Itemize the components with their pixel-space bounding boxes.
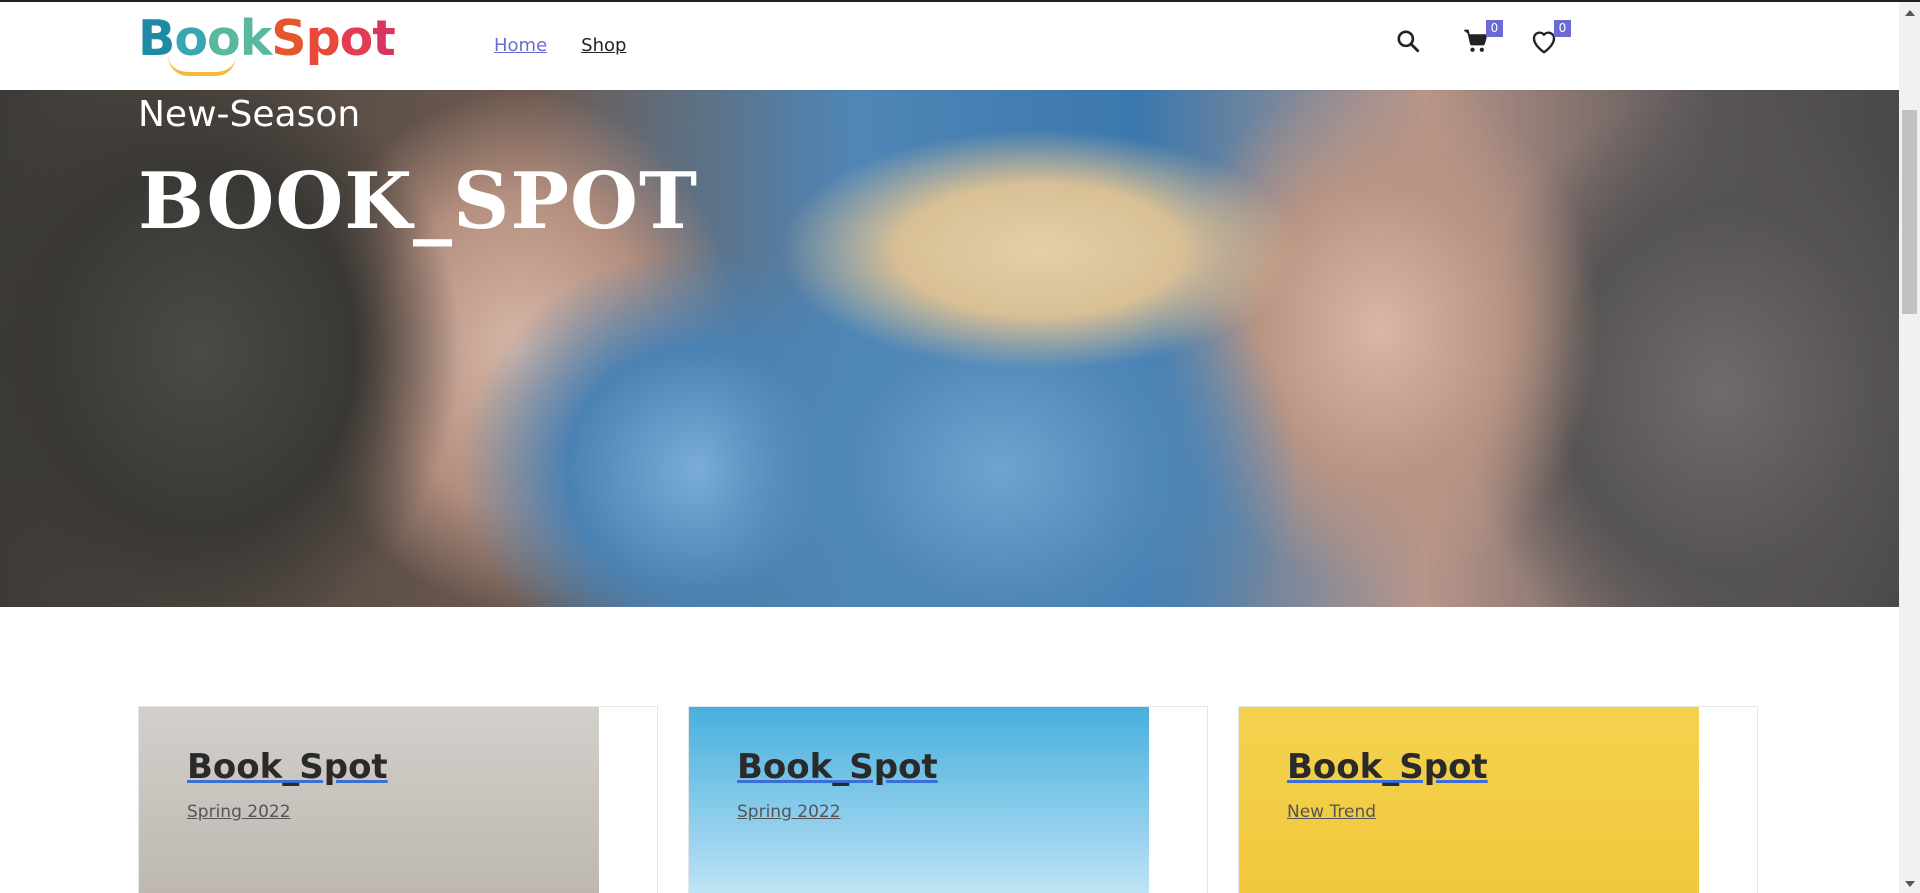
nav-home-link[interactable]: Home (494, 35, 547, 56)
card-image (689, 707, 1149, 893)
cart-button[interactable]: 0 (1461, 20, 1503, 56)
card-subtitle-link[interactable]: Spring 2022 (737, 802, 841, 822)
promo-cards: Book_Spot Spring 2022 Book_Spot Spring 2… (138, 706, 1760, 893)
promo-card[interactable]: Book_Spot Spring 2022 (138, 706, 658, 893)
main-nav: Home Shop (494, 35, 626, 56)
card-image (1239, 707, 1699, 893)
scroll-down-arrow-icon[interactable] (1905, 881, 1915, 887)
card-subtitle-link[interactable]: New Trend (1287, 802, 1376, 822)
hero-banner: New-Season BOOK_SPOT (0, 90, 1899, 607)
promo-card[interactable]: Book_Spot New Trend (1238, 706, 1758, 893)
search-icon (1397, 30, 1420, 53)
card-title-link[interactable]: Book_Spot (1287, 747, 1488, 787)
promo-card[interactable]: Book_Spot Spring 2022 (688, 706, 1208, 893)
header-actions: 0 0 (1393, 20, 1571, 56)
wishlist-button[interactable]: 0 (1529, 20, 1571, 56)
card-title-link[interactable]: Book_Spot (737, 747, 938, 787)
scrollbar-thumb[interactable] (1902, 110, 1917, 314)
logo-smile-mark (168, 56, 236, 76)
cart-count-badge: 0 (1486, 20, 1503, 37)
hero-title: BOOK_SPOT (138, 156, 699, 247)
site-header: BookSpot Home Shop 0 0 (0, 2, 1899, 90)
search-button[interactable] (1393, 26, 1423, 56)
nav-shop-link[interactable]: Shop (581, 35, 626, 56)
card-image (139, 707, 599, 893)
scroll-up-arrow-icon[interactable] (1905, 10, 1915, 16)
card-title-link[interactable]: Book_Spot (187, 747, 388, 787)
hero-subtitle: New-Season (138, 94, 361, 135)
card-subtitle-link[interactable]: Spring 2022 (187, 802, 291, 822)
page-scrollbar[interactable] (1899, 2, 1920, 893)
wishlist-count-badge: 0 (1554, 20, 1571, 37)
